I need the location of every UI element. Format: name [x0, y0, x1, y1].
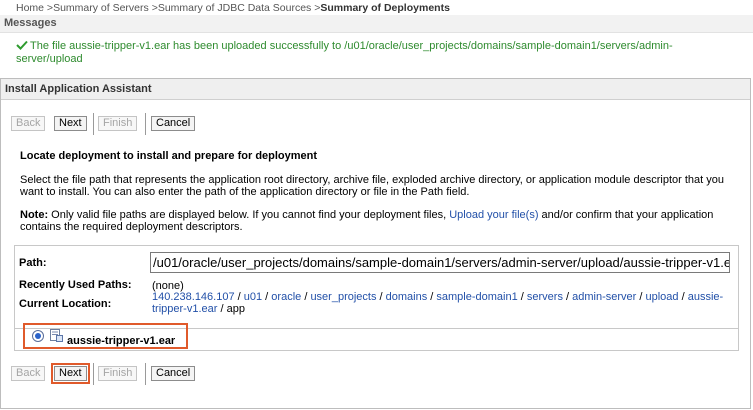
note-label: Note:: [20, 209, 49, 221]
messages-header: Messages: [0, 15, 753, 33]
location-link-oracle[interactable]: oracle: [271, 291, 301, 303]
back-button[interactable]: Back: [11, 116, 46, 131]
path-label: Path:: [19, 257, 47, 269]
upload-files-link[interactable]: Upload your file(s): [449, 209, 538, 221]
path-selection-box: Path: /u01/oracle/user_projects/domains/…: [14, 245, 739, 329]
note-text: Note: Only valid file paths are displaye…: [20, 209, 714, 233]
current-location-path: 140.238.146.107 / u01 / oracle / user_pr…: [152, 291, 724, 315]
divider: [93, 113, 94, 135]
location-link-servers[interactable]: servers: [527, 291, 563, 303]
install-assistant-panel: Install Application Assistant Back Next …: [0, 78, 751, 409]
divider: [145, 113, 146, 135]
file-option-label[interactable]: aussie-tripper-v1.ear: [67, 335, 175, 347]
location-link-user-projects[interactable]: user_projects: [310, 291, 376, 303]
divider: [145, 363, 146, 385]
breadcrumb-home[interactable]: Home: [16, 2, 44, 14]
cancel-button[interactable]: Cancel: [151, 116, 196, 131]
breadcrumb-servers[interactable]: Summary of Servers: [53, 2, 149, 14]
finish-button-bottom[interactable]: Finish: [98, 366, 138, 381]
next-button[interactable]: Next: [54, 116, 87, 131]
description-text: Select the file path that represents the…: [20, 174, 724, 198]
panel-title: Install Application Assistant: [1, 79, 750, 100]
location-link-u01[interactable]: u01: [244, 291, 262, 303]
archive-file-icon: [50, 329, 63, 342]
success-message: The file aussie-tripper-v1.ear has been …: [16, 40, 696, 66]
current-location-label: Current Location:: [19, 298, 112, 310]
location-tail: app: [226, 303, 245, 315]
location-link-host[interactable]: 140.238.146.107: [152, 291, 235, 303]
location-link-admin-server[interactable]: admin-server: [572, 291, 636, 303]
section-title: Locate deployment to install and prepare…: [20, 150, 318, 162]
breadcrumb-jdbc[interactable]: Summary of JDBC Data Sources: [158, 2, 311, 14]
location-link-domains[interactable]: domains: [386, 291, 428, 303]
location-link-sample-domain1[interactable]: sample-domain1: [436, 291, 517, 303]
finish-button[interactable]: Finish: [98, 116, 138, 131]
path-input[interactable]: /u01/oracle/user_projects/domains/sample…: [150, 252, 730, 273]
recent-paths-label: Recently Used Paths:: [19, 279, 132, 291]
file-radio-button[interactable]: [32, 330, 44, 342]
location-link-upload[interactable]: upload: [646, 291, 679, 303]
back-button-bottom[interactable]: Back: [11, 366, 46, 381]
breadcrumb-current: Summary of Deployments: [320, 2, 450, 14]
cancel-button-bottom[interactable]: Cancel: [151, 366, 196, 381]
divider: [93, 363, 94, 385]
success-text: The file aussie-tripper-v1.ear has been …: [16, 40, 673, 65]
breadcrumb: Home >Summary of Servers >Summary of JDB…: [16, 2, 450, 14]
checkmark-icon: [16, 40, 28, 50]
file-option-highlight: aussie-tripper-v1.ear: [23, 323, 188, 349]
next-button-bottom[interactable]: Next: [51, 363, 90, 384]
